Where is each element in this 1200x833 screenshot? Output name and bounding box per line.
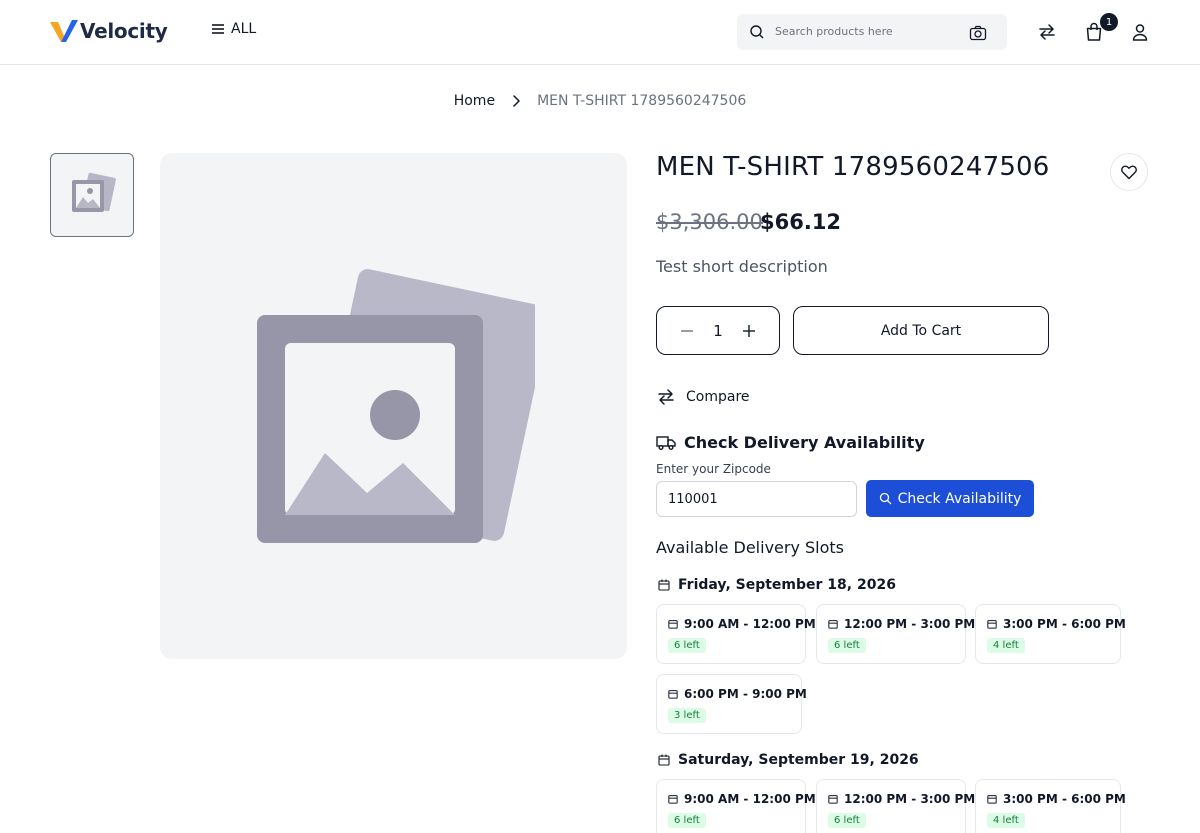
plus-icon[interactable] bbox=[741, 323, 757, 339]
slot-availability-badge: 6 left bbox=[668, 638, 706, 653]
slot-time: 9:00 AM - 12:00 PM bbox=[668, 617, 816, 631]
zipcode-input[interactable] bbox=[656, 481, 857, 517]
brand-logo[interactable]: Velocity bbox=[50, 17, 168, 45]
search-icon[interactable] bbox=[749, 24, 765, 40]
slot-time-text: 3:00 PM - 6:00 PM bbox=[1003, 792, 1126, 806]
product-main-image[interactable] bbox=[160, 153, 627, 659]
slot-availability-badge: 6 left bbox=[668, 813, 706, 828]
heart-icon bbox=[1121, 165, 1137, 180]
slot-availability-badge: 3 left bbox=[668, 708, 706, 723]
breadcrumb-home-link[interactable]: Home bbox=[454, 93, 495, 109]
delivery-heading: Check Delivery Availability bbox=[656, 432, 925, 452]
user-icon[interactable] bbox=[1130, 22, 1150, 42]
calendar-icon bbox=[668, 690, 678, 699]
slot-time-text: 12:00 PM - 3:00 PM bbox=[844, 617, 976, 631]
check-availability-label: Check Availability bbox=[897, 490, 1022, 507]
delivery-slot[interactable]: 12:00 PM - 3:00 PM 6 left bbox=[816, 779, 975, 833]
site-header: Velocity ALL Search products here 1 bbox=[0, 0, 1200, 65]
cart-count-badge: 1 bbox=[1100, 13, 1118, 31]
slot-time-text: 9:00 AM - 12:00 PM bbox=[684, 617, 816, 631]
truck-icon bbox=[656, 436, 676, 450]
slot-availability-badge: 6 left bbox=[828, 813, 866, 828]
breadcrumb: Home MEN T-SHIRT 1789560247506 bbox=[0, 93, 1200, 109]
slot-availability-badge: 6 left bbox=[828, 638, 866, 653]
compare-label: Compare bbox=[686, 389, 750, 405]
slot-time-text: 9:00 AM - 12:00 PM bbox=[684, 792, 816, 806]
brand-name: Velocity bbox=[80, 19, 168, 43]
check-availability-button[interactable]: Check Availability bbox=[866, 480, 1034, 517]
calendar-icon bbox=[987, 620, 997, 629]
search-input[interactable]: Search products here bbox=[775, 25, 893, 38]
compare-link[interactable]: Compare bbox=[656, 387, 750, 407]
wishlist-button[interactable] bbox=[1110, 153, 1148, 191]
chevron-right-icon bbox=[513, 95, 520, 107]
logo-mark-icon bbox=[50, 20, 78, 42]
calendar-icon bbox=[658, 579, 670, 591]
menu-label: ALL bbox=[231, 21, 257, 37]
quantity-stepper: 1 bbox=[656, 306, 780, 355]
slot-time: 3:00 PM - 6:00 PM bbox=[987, 617, 1126, 631]
zipcode-label: Enter your Zipcode bbox=[656, 462, 771, 476]
quantity-value[interactable]: 1 bbox=[713, 322, 723, 340]
short-description: Test short description bbox=[656, 257, 828, 276]
image-placeholder-icon bbox=[72, 172, 116, 212]
slot-time: 9:00 AM - 12:00 PM bbox=[668, 792, 816, 806]
search-bar[interactable]: Search products here bbox=[737, 14, 1007, 50]
search-icon bbox=[879, 492, 892, 505]
delivery-heading-text: Check Delivery Availability bbox=[684, 432, 925, 452]
slot-time-text: 6:00 PM - 9:00 PM bbox=[684, 687, 807, 701]
delivery-day-date: Saturday, September 19, 2026 bbox=[678, 752, 919, 768]
calendar-icon bbox=[668, 620, 678, 629]
delivery-slots-heading: Available Delivery Slots bbox=[656, 538, 845, 557]
compare-icon bbox=[658, 389, 674, 405]
delivery-slot[interactable]: 9:00 AM - 12:00 PM 6 left bbox=[656, 779, 816, 833]
menu-icon bbox=[212, 24, 224, 34]
camera-icon[interactable] bbox=[969, 24, 987, 42]
calendar-icon bbox=[987, 795, 997, 804]
delivery-slot[interactable]: 12:00 PM - 3:00 PM 6 left bbox=[816, 604, 975, 664]
slot-time: 3:00 PM - 6:00 PM bbox=[987, 792, 1126, 806]
image-placeholder-icon bbox=[257, 269, 535, 543]
delivery-day-heading: Saturday, September 19, 2026 bbox=[658, 752, 919, 768]
calendar-icon bbox=[828, 795, 838, 804]
minus-icon[interactable] bbox=[679, 323, 695, 339]
calendar-icon bbox=[828, 620, 838, 629]
compare-icon[interactable] bbox=[1037, 22, 1057, 42]
sale-price: $66.12 bbox=[760, 210, 842, 234]
product-thumbnail[interactable] bbox=[50, 153, 134, 237]
slot-time-text: 3:00 PM - 6:00 PM bbox=[1003, 617, 1126, 631]
delivery-slot[interactable]: 9:00 AM - 12:00 PM 6 left bbox=[656, 604, 816, 664]
delivery-slot[interactable]: 6:00 PM - 9:00 PM 3 left bbox=[656, 674, 807, 734]
delivery-day-date: Friday, September 18, 2026 bbox=[678, 577, 896, 593]
add-to-cart-button[interactable]: Add To Cart bbox=[793, 306, 1049, 355]
calendar-icon bbox=[658, 754, 670, 766]
delivery-day-heading: Friday, September 18, 2026 bbox=[658, 577, 896, 593]
product-title: MEN T-SHIRT 1789560247506 bbox=[656, 152, 1050, 182]
breadcrumb-current: MEN T-SHIRT 1789560247506 bbox=[537, 93, 747, 109]
original-price: $3,306.00 bbox=[656, 210, 763, 234]
slot-time: 12:00 PM - 3:00 PM bbox=[828, 617, 975, 631]
calendar-icon bbox=[668, 795, 678, 804]
slot-time-text: 12:00 PM - 3:00 PM bbox=[844, 792, 976, 806]
all-categories-menu[interactable]: ALL bbox=[211, 21, 256, 37]
slot-time: 12:00 PM - 3:00 PM bbox=[828, 792, 975, 806]
slot-time: 6:00 PM - 9:00 PM bbox=[668, 687, 807, 701]
slot-availability-badge: 4 left bbox=[987, 638, 1025, 653]
slot-availability-badge: 4 left bbox=[987, 813, 1025, 828]
delivery-slot[interactable]: 3:00 PM - 6:00 PM 4 left bbox=[975, 779, 1126, 833]
delivery-slot[interactable]: 3:00 PM - 6:00 PM 4 left bbox=[975, 604, 1126, 664]
